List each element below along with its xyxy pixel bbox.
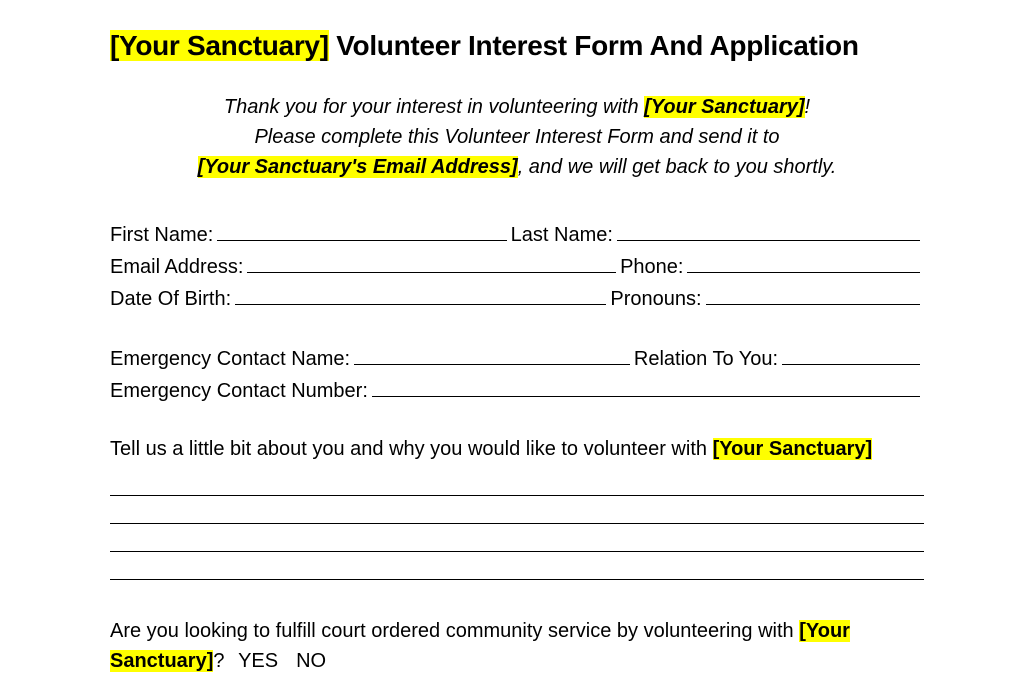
- tell-us-line-3[interactable]: [110, 524, 924, 552]
- intro-line1-highlight: [Your Sanctuary]: [644, 96, 804, 118]
- field-email[interactable]: [247, 255, 616, 273]
- intro-text: Thank you for your interest in volunteer…: [110, 92, 924, 182]
- tell-us-line-2[interactable]: [110, 496, 924, 524]
- option-yes[interactable]: YES: [238, 650, 278, 672]
- row-emergency-name: Emergency Contact Name: Relation To You:: [110, 344, 924, 374]
- row-first-last: First Name: Last Name:: [110, 220, 924, 250]
- tell-us-pre: Tell us a little bit about you and why y…: [110, 438, 713, 460]
- row-emergency-number: Emergency Contact Number:: [110, 376, 924, 406]
- intro-line1c: !: [805, 96, 811, 118]
- tell-us-line-1[interactable]: [110, 468, 924, 496]
- court-question-post: ?: [213, 650, 224, 672]
- option-no[interactable]: NO: [296, 650, 326, 672]
- label-email: Email Address:: [110, 252, 243, 282]
- label-pronouns: Pronouns:: [610, 284, 701, 314]
- tell-us-line-4[interactable]: [110, 552, 924, 580]
- court-question-pre: Are you looking to fulfill court ordered…: [110, 620, 799, 642]
- intro-line3-highlight: [Your Sanctuary's Email Address]: [198, 156, 518, 178]
- label-dob: Date Of Birth:: [110, 284, 231, 314]
- court-question: Are you looking to fulfill court ordered…: [110, 616, 924, 676]
- field-emergency-number[interactable]: [372, 379, 920, 397]
- field-relation[interactable]: [782, 347, 920, 365]
- row-dob-pronouns: Date Of Birth: Pronouns:: [110, 284, 924, 314]
- field-pronouns[interactable]: [706, 287, 920, 305]
- label-first-name: First Name:: [110, 220, 213, 250]
- intro-line1a: Thank you for your interest in volunteer…: [224, 96, 644, 118]
- tell-us-prompt: Tell us a little bit about you and why y…: [110, 434, 924, 464]
- label-emergency-name: Emergency Contact Name:: [110, 344, 350, 374]
- tell-us-highlight: [Your Sanctuary]: [713, 438, 873, 460]
- field-dob[interactable]: [235, 287, 606, 305]
- field-first-name[interactable]: [217, 223, 506, 241]
- field-emergency-name[interactable]: [354, 347, 630, 365]
- label-relation: Relation To You:: [634, 344, 778, 374]
- field-last-name[interactable]: [617, 223, 920, 241]
- row-email-phone: Email Address: Phone:: [110, 252, 924, 282]
- field-phone[interactable]: [687, 255, 920, 273]
- title-rest: Volunteer Interest Form And Application: [329, 30, 859, 61]
- title-highlight: [Your Sanctuary]: [110, 30, 329, 61]
- label-emergency-number: Emergency Contact Number:: [110, 376, 368, 406]
- form-body: First Name: Last Name: Email Address: Ph…: [110, 220, 924, 676]
- label-last-name: Last Name:: [511, 220, 613, 250]
- intro-line2: Please complete this Volunteer Interest …: [110, 122, 924, 152]
- label-phone: Phone:: [620, 252, 683, 282]
- intro-line3b: , and we will get back to you shortly.: [518, 156, 837, 178]
- page-title: [Your Sanctuary] Volunteer Interest Form…: [110, 30, 924, 62]
